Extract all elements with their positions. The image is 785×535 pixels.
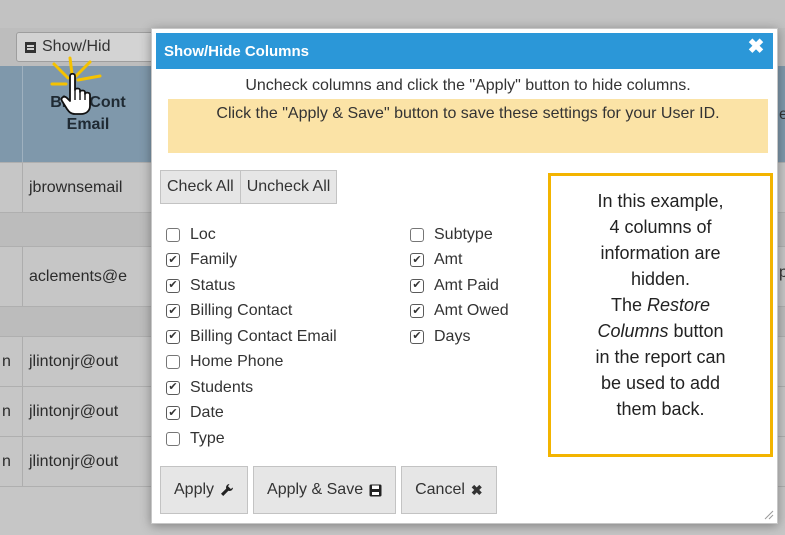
checkbox-checked[interactable]: ✔ (410, 278, 424, 293)
table-cell-prefix: n (2, 352, 11, 370)
column-checkbox-label: Type (190, 429, 225, 447)
column-checkbox-label: Loc (190, 225, 216, 243)
header-cell-line-2: Email (66, 116, 110, 133)
callout-line: 4 columns of (609, 217, 712, 237)
callout-line: In this example, (597, 191, 724, 211)
checkbox-unchecked[interactable] (166, 227, 180, 242)
column-checkbox-item[interactable]: ✔ Days (410, 324, 509, 350)
close-icon[interactable]: ✖ (747, 37, 765, 57)
column-checkbox-item[interactable]: Subtype (410, 222, 509, 248)
column-list-left: Loc ✔ Family ✔ Status ✔ Billing Contact ✔ Billin… (166, 222, 337, 452)
column-checkbox-item[interactable]: ✔ Amt (410, 248, 509, 274)
callout-emphasis: Restore (647, 295, 711, 315)
floppy-disk-icon (369, 484, 382, 496)
column-checkbox-item[interactable]: ✔ Amt Owed (410, 299, 509, 325)
instruction-text: Uncheck columns and click the "Apply" bu… (245, 77, 691, 94)
example-callout: In this example, 4 columns of informatio… (548, 173, 773, 457)
apply-save-button-label: Apply & Save (267, 481, 364, 498)
column-checkbox-item[interactable]: ✔ Billing Contact Email (166, 324, 337, 350)
checkbox-checked[interactable]: ✔ (166, 304, 180, 319)
grid-icon (25, 41, 36, 53)
dialog-titlebar[interactable]: Show/Hide Columns (156, 33, 773, 69)
column-checkbox-label: Home Phone (190, 353, 284, 371)
report-top-bar (0, 0, 785, 28)
apply-button[interactable]: Apply (160, 466, 249, 514)
dialog-title: Show/Hide Columns (164, 42, 310, 60)
column-checkbox-label: Amt Owed (434, 302, 509, 320)
column-checkbox-item[interactable]: ✔ Amt Paid (410, 273, 509, 299)
callout-line: hidden. (630, 269, 691, 289)
column-checkbox-item[interactable]: ✔ Billing Contact (166, 299, 337, 325)
table-cell-prefix: n (2, 452, 11, 470)
callout-line: information are (600, 243, 721, 263)
column-checkbox-label: Billing Contact Email (190, 327, 337, 345)
column-checkbox-item[interactable]: ✔ Status (166, 273, 337, 299)
callout-emphasis: Columns (597, 321, 669, 341)
check-all-button[interactable]: Check All (160, 170, 241, 204)
checkbox-checked[interactable]: ✔ (410, 329, 424, 344)
checkbox-checked[interactable]: ✔ (166, 380, 180, 395)
checkbox-checked[interactable]: ✔ (166, 329, 180, 344)
checkbox-checked[interactable]: ✔ (166, 278, 180, 293)
show-hide-columns-dialog: Show/Hide Columns ✖ Uncheck columns and … (151, 28, 778, 524)
column-checkbox-label: Amt Paid (434, 276, 499, 294)
checkbox-unchecked[interactable] (166, 431, 180, 446)
callout-text: button (668, 321, 724, 341)
column-checkbox-label: Date (190, 404, 224, 422)
column-checkbox-item[interactable]: ✔ Family (166, 248, 337, 274)
save-note: Click the "Apply & Save" button to save … (168, 99, 768, 153)
column-checkbox-label: Status (190, 276, 236, 294)
hand-pointer-icon (60, 72, 91, 115)
callout-line: be used to add (600, 373, 721, 393)
column-checkbox-label: Students (190, 378, 254, 396)
checkbox-checked[interactable]: ✔ (410, 253, 424, 268)
column-checkbox-item[interactable]: Type (166, 426, 337, 452)
column-checkbox-item[interactable]: Home Phone (166, 350, 337, 376)
callout-line: them back. (616, 399, 705, 419)
cancel-button[interactable]: Cancel ✖ (401, 466, 497, 514)
callout-text: The (610, 295, 647, 315)
cancel-button-label: Cancel (415, 481, 465, 498)
right-edge-text: e (779, 106, 785, 123)
apply-and-save-button[interactable]: Apply & Save (253, 466, 397, 514)
callout-line: Columns button (551, 318, 770, 344)
checkbox-checked[interactable]: ✔ (166, 406, 180, 421)
apply-button-label: Apply (174, 481, 215, 498)
right-edge-text: p (779, 264, 785, 281)
column-checkbox-label: Family (190, 251, 238, 269)
wrench-icon (221, 484, 234, 496)
table-cell-prefix: n (2, 402, 11, 420)
column-checkbox-label: Amt (434, 251, 463, 269)
resize-handle-icon[interactable] (764, 510, 774, 520)
callout-line: The Restore (551, 292, 770, 318)
column-checkbox-label: Subtype (434, 225, 493, 243)
checkbox-checked[interactable]: ✔ (410, 304, 424, 319)
checkbox-unchecked[interactable] (166, 355, 180, 370)
uncheck-all-button[interactable]: Uncheck All (239, 170, 338, 204)
check-button-group: Check All Uncheck All (160, 170, 338, 204)
dialog-actions: Apply Apply & Save Cancel ✖ (160, 466, 497, 514)
column-list-right: Subtype ✔ Amt ✔ Amt Paid ✔ Amt Owed ✔ Days (410, 222, 509, 350)
column-checkbox-item[interactable]: ✔ Students (166, 375, 337, 401)
column-checkbox-item[interactable]: ✔ Date (166, 401, 337, 427)
checkbox-checked[interactable]: ✔ (166, 253, 180, 268)
column-checkbox-label: Billing Contact (190, 302, 293, 320)
checkbox-unchecked[interactable] (410, 227, 424, 242)
callout-line: in the report can (595, 347, 726, 367)
show-hide-button-label: Show/Hid (42, 38, 111, 55)
x-icon: ✖ (470, 481, 483, 498)
column-checkbox-label: Days (434, 327, 471, 345)
column-checkbox-item[interactable]: Loc (166, 222, 337, 248)
